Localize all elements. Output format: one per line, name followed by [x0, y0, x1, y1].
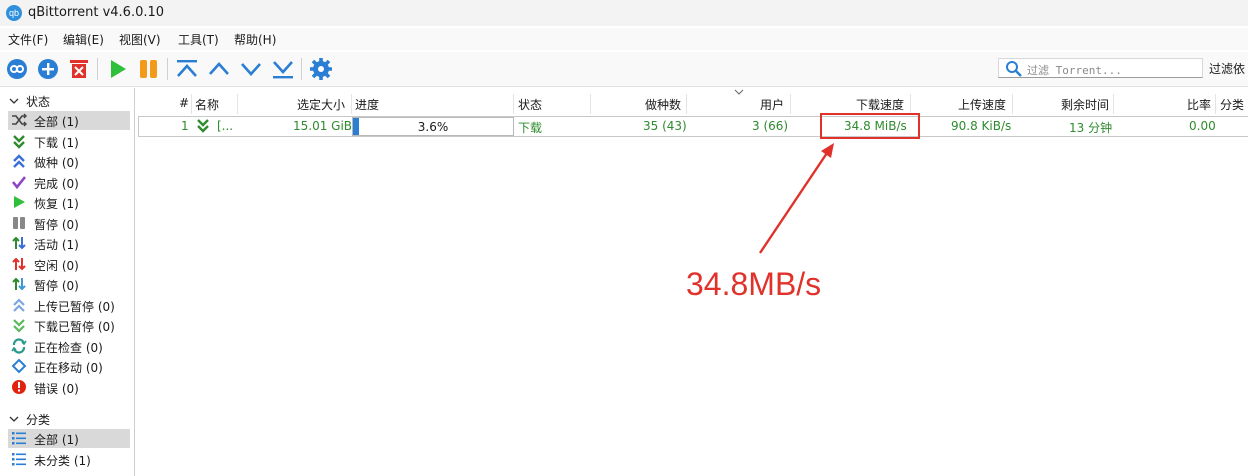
annotation-text: 34.8MB/s	[686, 266, 822, 302]
annotation-arrow	[759, 143, 834, 254]
